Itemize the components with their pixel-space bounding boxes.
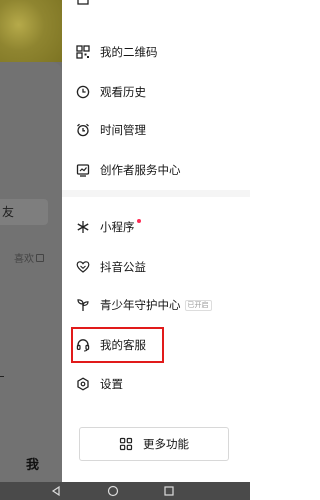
menu-item-watch-history[interactable]: 观看历史 bbox=[76, 80, 146, 104]
headset-icon bbox=[76, 338, 90, 352]
menu-item-label: 我的客服 bbox=[100, 338, 146, 352]
menu-icon bbox=[76, 0, 90, 5]
profile-header-background bbox=[0, 0, 62, 62]
menu-item-mini-programs[interactable]: 小程序 bbox=[76, 215, 141, 239]
menu-item-settings[interactable]: 设置 bbox=[76, 372, 123, 396]
menu-item-label: 我的二维码 bbox=[100, 45, 158, 59]
menu-item-label: 抖音公益 bbox=[100, 260, 146, 274]
menu-item-label: 设置 bbox=[100, 377, 123, 391]
recents-icon[interactable] bbox=[163, 485, 175, 497]
chart-icon bbox=[76, 163, 90, 177]
system-navigation-bar bbox=[0, 482, 250, 500]
menu-item-label: 小程序 bbox=[100, 220, 135, 234]
menu-item-label: 创作者服务中心 bbox=[100, 163, 181, 177]
settings-icon bbox=[76, 377, 90, 391]
menu-item-label: 青少年守护中心 bbox=[100, 298, 181, 312]
menu-item-youth-protection[interactable]: 青少年守护中心 已开启 bbox=[76, 293, 212, 317]
notification-dot bbox=[136, 219, 141, 223]
side-drawer-menu: 我的二维码 观看历史 时间管理 创作者服务中心 小程序 抖音公益 青少年守护中心… bbox=[62, 0, 250, 482]
menu-item-customer-service[interactable]: 我的客服 bbox=[76, 333, 146, 357]
more-features-label: 更多功能 bbox=[143, 437, 189, 451]
qr-code-icon bbox=[76, 45, 90, 59]
alarm-clock-icon bbox=[76, 123, 90, 137]
home-icon[interactable] bbox=[107, 485, 119, 497]
lock-icon bbox=[36, 254, 44, 262]
section-divider bbox=[62, 190, 250, 197]
profile-card bbox=[0, 62, 62, 482]
status-badge: 已开启 bbox=[184, 299, 212, 311]
sprout-icon bbox=[76, 298, 90, 312]
back-icon[interactable] bbox=[50, 485, 62, 497]
likes-tab[interactable]: 喜欢 bbox=[14, 250, 44, 265]
likes-label: 喜欢 bbox=[14, 254, 34, 265]
menu-item-charity[interactable]: 抖音公益 bbox=[76, 255, 146, 279]
grid-icon bbox=[119, 437, 133, 451]
menu-item-label: 观看历史 bbox=[100, 85, 146, 99]
menu-item-creator-center[interactable]: 创作者服务中心 bbox=[76, 158, 181, 182]
tab-me[interactable]: 我 bbox=[26, 454, 39, 473]
heart-hands-icon bbox=[76, 260, 90, 274]
menu-item-label: 时间管理 bbox=[100, 123, 146, 137]
asterisk-icon bbox=[76, 220, 90, 234]
divider-dash bbox=[0, 376, 4, 377]
more-features-button[interactable]: 更多功能 bbox=[79, 427, 229, 461]
profile-pane-dimmed[interactable]: 友 喜欢 我 bbox=[0, 0, 62, 482]
clipped-top-item[interactable] bbox=[76, 0, 90, 10]
menu-item-qr-code[interactable]: 我的二维码 bbox=[76, 40, 158, 64]
add-friend-button[interactable]: 友 bbox=[0, 199, 48, 225]
clock-icon bbox=[76, 85, 90, 99]
menu-item-time-management[interactable]: 时间管理 bbox=[76, 118, 146, 142]
